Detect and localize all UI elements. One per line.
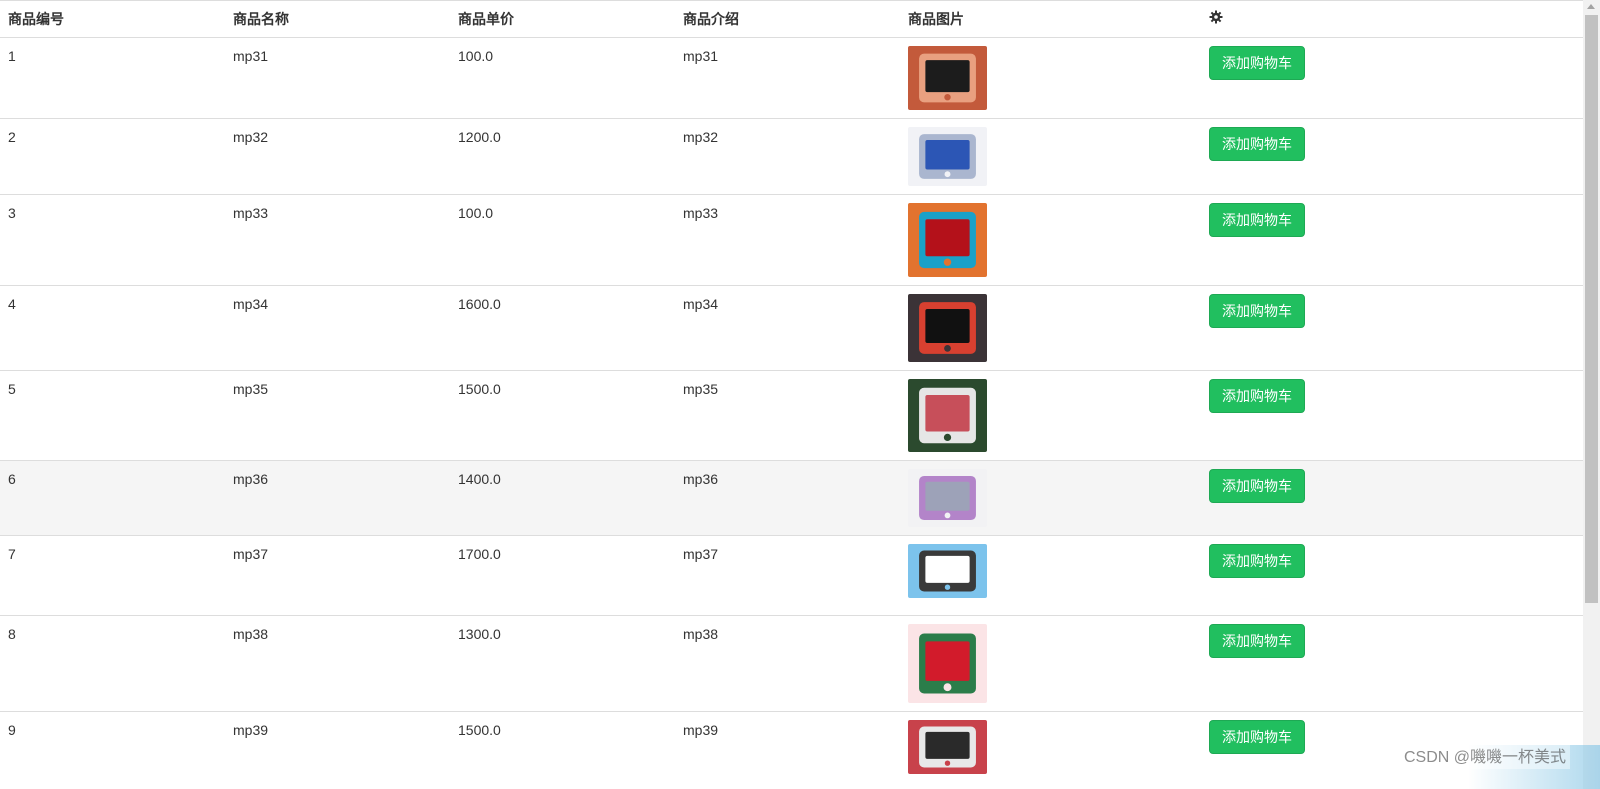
- product-image-cell: [900, 194, 1201, 286]
- add-to-cart-button[interactable]: 添加购物车: [1209, 624, 1305, 658]
- product-image-cell: [900, 460, 1201, 536]
- add-to-cart-button[interactable]: 添加购物车: [1209, 203, 1305, 237]
- product-description-cell: mp35: [675, 370, 900, 461]
- product-image-cell: [900, 118, 1201, 195]
- product-thumbnail: [908, 720, 987, 774]
- product-id-cell: 1: [0, 37, 225, 119]
- product-image-cell: [900, 370, 1201, 461]
- product-price-cell: 1600.0: [450, 285, 675, 371]
- product-description-cell: mp36: [675, 460, 900, 536]
- product-id-cell: 6: [0, 460, 225, 536]
- product-image-cell: [900, 615, 1201, 712]
- product-image-cell: [900, 285, 1201, 371]
- add-to-cart-button[interactable]: 添加购物车: [1209, 46, 1305, 80]
- actions-cell: 添加购物车: [1201, 118, 1583, 195]
- add-to-cart-button[interactable]: 添加购物车: [1209, 294, 1305, 328]
- add-to-cart-button[interactable]: 添加购物车: [1209, 720, 1305, 754]
- header-product-price: 商品单价: [450, 0, 675, 38]
- table-row: 1 mp31 100.0 mp31 添加购物车: [0, 37, 1583, 119]
- product-description-cell: mp37: [675, 535, 900, 616]
- header-product-id: 商品编号: [0, 0, 225, 38]
- product-id-cell: 7: [0, 535, 225, 616]
- add-to-cart-button[interactable]: 添加购物车: [1209, 379, 1305, 413]
- product-description-cell: mp39: [675, 711, 900, 789]
- csdn-watermark: CSDN @嘰嘰一杯美式: [1399, 741, 1570, 769]
- actions-cell: 添加购物车: [1201, 285, 1583, 371]
- product-thumbnail: [908, 203, 987, 277]
- add-to-cart-button[interactable]: 添加购物车: [1209, 544, 1305, 578]
- product-image-cell: [900, 535, 1201, 616]
- product-thumbnail: [908, 127, 987, 186]
- table-row: 2 mp32 1200.0 mp32 添加购物车: [0, 118, 1583, 195]
- product-thumbnail: [908, 379, 987, 452]
- product-table-page: 商品编号 商品名称 商品单价 商品介绍 商品图片 1 mp31 100.0 mp…: [0, 0, 1583, 789]
- product-price-cell: 100.0: [450, 194, 675, 286]
- actions-cell: 添加购物车: [1201, 370, 1583, 461]
- scroll-up-arrow-icon[interactable]: [1587, 4, 1595, 9]
- product-name-cell: mp36: [225, 460, 450, 536]
- product-table: 商品编号 商品名称 商品单价 商品介绍 商品图片 1 mp31 100.0 mp…: [0, 0, 1583, 789]
- table-row: 7 mp37 1700.0 mp37 添加购物车: [0, 535, 1583, 616]
- add-to-cart-button[interactable]: 添加购物车: [1209, 127, 1305, 161]
- product-description-cell: mp33: [675, 194, 900, 286]
- product-thumbnail: [908, 624, 987, 703]
- product-image-cell: [900, 37, 1201, 119]
- product-id-cell: 8: [0, 615, 225, 712]
- table-row: 3 mp33 100.0 mp33 添加购物车: [0, 194, 1583, 286]
- product-price-cell: 1300.0: [450, 615, 675, 712]
- table-row: 5 mp35 1500.0 mp35 添加购物车: [0, 370, 1583, 461]
- table-row: 8 mp38 1300.0 mp38 添加购物车: [0, 615, 1583, 712]
- product-name-cell: mp38: [225, 615, 450, 712]
- table-header-row: 商品编号 商品名称 商品单价 商品介绍 商品图片: [0, 0, 1583, 38]
- product-name-cell: mp39: [225, 711, 450, 789]
- product-price-cell: 1700.0: [450, 535, 675, 616]
- table-row: 6 mp36 1400.0 mp36 添加购物车: [0, 460, 1583, 536]
- actions-cell: 添加购物车: [1201, 615, 1583, 712]
- table-row: 9 mp39 1500.0 mp39 添加购物车: [0, 711, 1583, 789]
- product-id-cell: 2: [0, 118, 225, 195]
- product-price-cell: 1400.0: [450, 460, 675, 536]
- product-description-cell: mp38: [675, 615, 900, 712]
- header-actions: [1201, 0, 1583, 38]
- table-row: 4 mp34 1600.0 mp34 添加购物车: [0, 285, 1583, 371]
- product-description-cell: mp34: [675, 285, 900, 371]
- product-name-cell: mp31: [225, 37, 450, 119]
- product-name-cell: mp35: [225, 370, 450, 461]
- product-id-cell: 4: [0, 285, 225, 371]
- product-id-cell: 9: [0, 711, 225, 789]
- product-table-body: 1 mp31 100.0 mp31 添加购物车 2 mp32 1200.0 mp32 添加购物车 3…: [0, 37, 1583, 789]
- product-name-cell: mp32: [225, 118, 450, 195]
- gear-icon: [1209, 10, 1223, 28]
- product-thumbnail: [908, 294, 987, 362]
- add-to-cart-button[interactable]: 添加购物车: [1209, 469, 1305, 503]
- product-price-cell: 1500.0: [450, 370, 675, 461]
- product-id-cell: 3: [0, 194, 225, 286]
- product-price-cell: 1500.0: [450, 711, 675, 789]
- product-name-cell: mp34: [225, 285, 450, 371]
- actions-cell: 添加购物车: [1201, 194, 1583, 286]
- product-name-cell: mp37: [225, 535, 450, 616]
- product-description-cell: mp31: [675, 37, 900, 119]
- actions-cell: 添加购物车: [1201, 460, 1583, 536]
- product-thumbnail: [908, 469, 987, 527]
- header-product-description: 商品介绍: [675, 0, 900, 38]
- product-name-cell: mp33: [225, 194, 450, 286]
- header-product-name: 商品名称: [225, 0, 450, 38]
- header-product-image: 商品图片: [900, 0, 1201, 38]
- product-description-cell: mp32: [675, 118, 900, 195]
- product-thumbnail: [908, 46, 987, 110]
- product-image-cell: [900, 711, 1201, 789]
- actions-cell: 添加购物车: [1201, 535, 1583, 616]
- product-price-cell: 100.0: [450, 37, 675, 119]
- vertical-scrollbar[interactable]: [1583, 0, 1600, 789]
- product-id-cell: 5: [0, 370, 225, 461]
- product-thumbnail: [908, 544, 987, 598]
- product-price-cell: 1200.0: [450, 118, 675, 195]
- scrollbar-thumb[interactable]: [1585, 15, 1598, 603]
- actions-cell: 添加购物车: [1201, 37, 1583, 119]
